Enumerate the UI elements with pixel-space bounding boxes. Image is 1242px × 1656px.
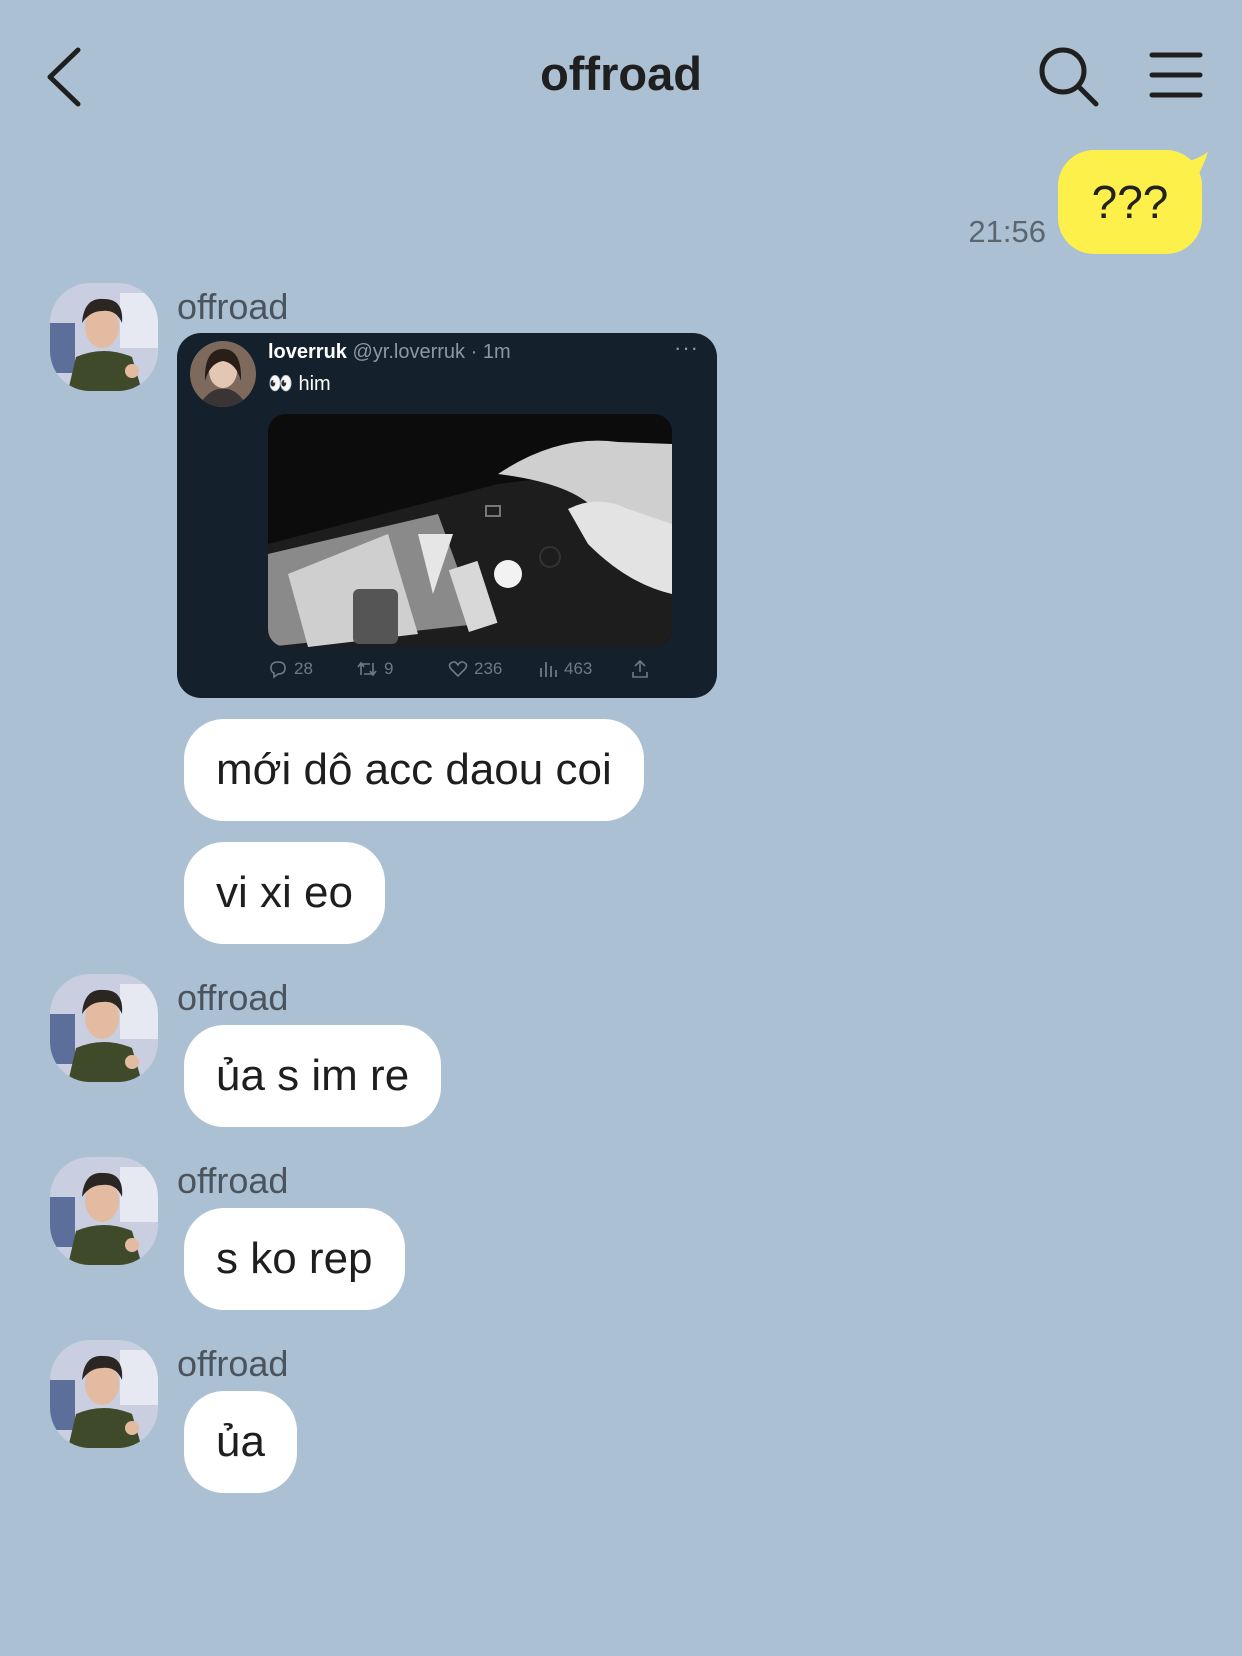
menu-button[interactable] (1148, 50, 1204, 100)
search-icon (1039, 47, 1099, 107)
my-message-row: 21:56 ??? (968, 150, 1208, 254)
hamburger-menu-icon (1149, 52, 1203, 98)
message-bubble[interactable]: mới dô acc daou coi (184, 719, 644, 821)
profile-photo (50, 283, 158, 391)
message-bubble[interactable]: ủa (184, 1391, 297, 1493)
views-action[interactable]: 463 (538, 659, 592, 679)
sender-name: offroad (177, 977, 289, 1018)
sender-name: offroad (177, 286, 289, 327)
message-bubble[interactable]: s ko rep (184, 1208, 405, 1310)
message-timestamp: 21:56 (968, 214, 1046, 249)
tweet-text: 👀 him (268, 373, 331, 395)
tweet-more-button[interactable]: ··· (674, 335, 699, 361)
tweet-age: · 1m (470, 341, 511, 363)
back-button[interactable] (40, 42, 100, 112)
chevron-left-icon (47, 47, 81, 107)
retweet-action[interactable]: 9 (356, 659, 393, 679)
reply-action[interactable]: 28 (268, 659, 313, 679)
reply-count: 28 (294, 659, 313, 678)
share-action[interactable] (630, 659, 656, 679)
tweet-actions: 28 9 236 463 (268, 659, 688, 685)
chat-header: offroad (0, 0, 1242, 150)
tweet-author-name: loverruk (268, 341, 347, 363)
sender-name: offroad (177, 1160, 289, 1201)
like-action[interactable]: 236 (448, 659, 502, 679)
like-count: 236 (474, 659, 503, 678)
profile-photo (50, 1157, 158, 1265)
shared-tweet-card[interactable]: loverruk @yr.loverruk · 1m ··· 👀 him 28 (177, 333, 717, 698)
bar-chart-icon (540, 662, 557, 677)
heart-icon (448, 661, 468, 678)
reply-icon (270, 661, 286, 679)
my-message-bubble[interactable]: ??? (1058, 150, 1208, 254)
search-button[interactable] (1036, 44, 1102, 110)
retweet-icon (357, 661, 377, 677)
view-count: 463 (564, 659, 593, 678)
message-bubble[interactable]: vi xi eo (184, 842, 385, 944)
message-text: ??? (1091, 176, 1169, 228)
avatar[interactable] (50, 974, 158, 1082)
avatar[interactable] (50, 283, 158, 391)
profile-photo (50, 1340, 158, 1448)
profile-photo (50, 974, 158, 1082)
retweet-count: 9 (384, 659, 394, 678)
tweet-media[interactable] (268, 414, 672, 647)
tweet-header: loverruk @yr.loverruk · 1m (268, 341, 511, 364)
tweet-photo (268, 414, 672, 647)
message-bubble[interactable]: ủa s im re (184, 1025, 442, 1127)
share-icon (632, 659, 648, 678)
tweet-avatar (190, 341, 256, 407)
avatar[interactable] (50, 1157, 158, 1265)
bubble-tail (1174, 152, 1208, 182)
tweet-handle: @yr.loverruk (352, 341, 466, 363)
avatar[interactable] (50, 1340, 158, 1448)
sender-name: offroad (177, 1343, 289, 1384)
